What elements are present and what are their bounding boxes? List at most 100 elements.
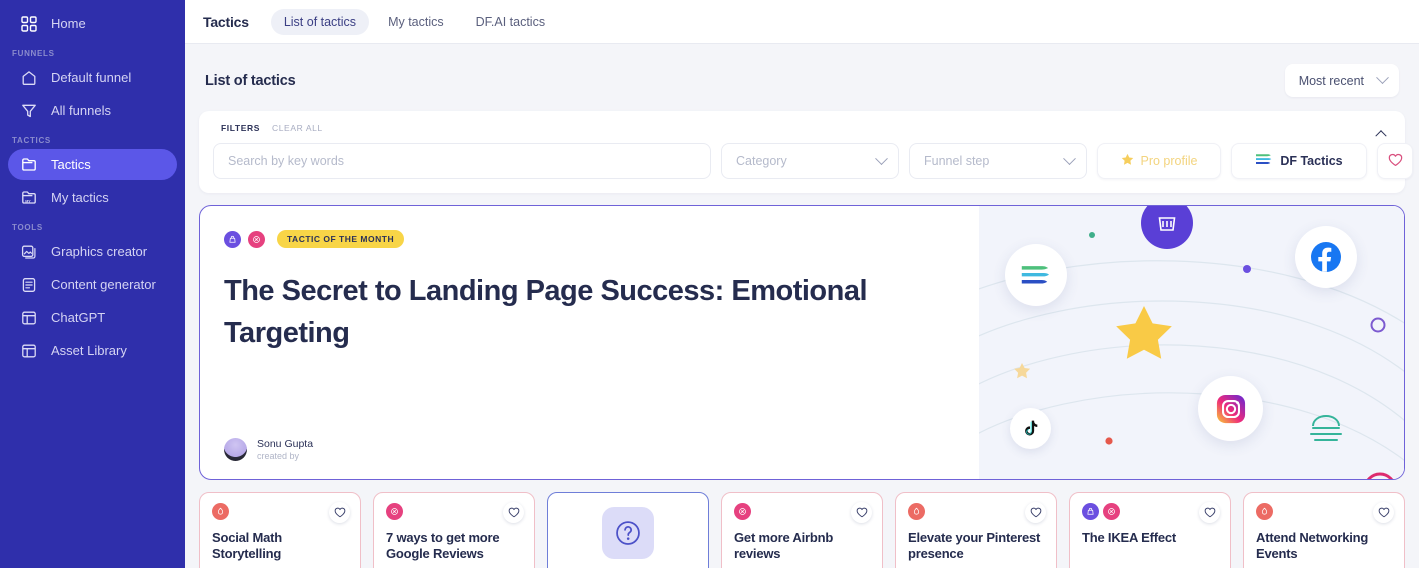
sidebar-item-my-tactics[interactable]: MY My tactics bbox=[8, 182, 177, 213]
search-input[interactable]: Search by key words bbox=[213, 143, 711, 179]
bag-lock-icon bbox=[224, 230, 241, 248]
instagram-icon bbox=[1198, 376, 1263, 441]
tactic-card[interactable]: The IKEA Effect bbox=[1069, 492, 1231, 568]
favourite-button[interactable] bbox=[1199, 502, 1220, 523]
df-logo-icon bbox=[1255, 152, 1273, 170]
app-root: Home FUNNELS Default funnel All funnels … bbox=[0, 0, 1419, 568]
tactic-card-help[interactable] bbox=[547, 492, 709, 568]
tactic-cards-row: Social Math Storytelling 7 ways to get m… bbox=[199, 492, 1405, 568]
featured-title: The Secret to Landing Page Success: Emot… bbox=[224, 275, 868, 350]
tactic-card[interactable]: Attend Networking Events bbox=[1243, 492, 1405, 568]
paperclip-icon bbox=[734, 503, 751, 520]
heart-icon bbox=[1388, 153, 1403, 170]
category-select[interactable]: Category bbox=[721, 143, 899, 179]
tab-my-tactics[interactable]: My tactics bbox=[375, 9, 457, 35]
df-tactics-label: DF Tactics bbox=[1280, 154, 1343, 168]
sidebar-item-label: Tactics bbox=[51, 157, 91, 172]
sidebar-item-home[interactable]: Home bbox=[8, 8, 177, 39]
card-badges bbox=[1256, 503, 1392, 520]
image-icon bbox=[20, 243, 38, 261]
card-title: Elevate your Pinterest presence bbox=[908, 530, 1041, 562]
sidebar-item-chatgpt[interactable]: ChatGPT bbox=[8, 302, 177, 333]
bag-lock-icon bbox=[1082, 503, 1099, 520]
flame-icon bbox=[1256, 503, 1273, 520]
list-title: List of tactics bbox=[205, 72, 296, 89]
topbar: Tactics List of tactics My tactics DF.AI… bbox=[185, 0, 1419, 44]
funnel-step-placeholder: Funnel step bbox=[924, 154, 990, 168]
clear-all-button[interactable]: CLEAR ALL bbox=[272, 123, 323, 133]
svg-text:MY: MY bbox=[25, 199, 31, 203]
card-badges bbox=[386, 503, 522, 520]
chevron-down-icon bbox=[875, 151, 888, 165]
pro-profile-label: Pro profile bbox=[1140, 154, 1198, 168]
tactic-card[interactable]: Elevate your Pinterest presence bbox=[895, 492, 1057, 568]
sidebar-item-label: Home bbox=[51, 16, 86, 31]
favourite-button[interactable] bbox=[851, 502, 872, 523]
card-title: Attend Networking Events bbox=[1256, 530, 1369, 562]
page-header: List of tactics Most recent bbox=[199, 44, 1405, 111]
featured-author: Sonu Gupta created by bbox=[224, 438, 953, 461]
page-title: Tactics bbox=[203, 13, 249, 30]
sidebar-item-content-generator[interactable]: Content generator bbox=[8, 269, 177, 300]
sidebar-item-label: My tactics bbox=[51, 190, 109, 205]
chevron-down-icon bbox=[1063, 151, 1076, 165]
sort-dropdown[interactable]: Most recent bbox=[1284, 64, 1399, 97]
card-title: Social Math Storytelling bbox=[212, 530, 283, 562]
funnel-icon bbox=[20, 102, 38, 120]
tab-df-ai-tactics[interactable]: DF.AI tactics bbox=[463, 9, 558, 35]
sidebar-item-all-funnels[interactable]: All funnels bbox=[8, 95, 177, 126]
favourite-button[interactable] bbox=[329, 502, 350, 523]
sidebar: Home FUNNELS Default funnel All funnels … bbox=[0, 0, 185, 568]
favourites-filter-button[interactable] bbox=[1377, 143, 1413, 179]
pro-profile-button[interactable]: Pro profile bbox=[1097, 143, 1221, 179]
sidebar-section-funnels: FUNNELS bbox=[12, 49, 55, 58]
flame-icon bbox=[212, 503, 229, 520]
sidebar-item-asset-library[interactable]: Asset Library bbox=[8, 335, 177, 366]
funnel-step-select[interactable]: Funnel step bbox=[909, 143, 1087, 179]
card-title: 7 ways to get more Google Reviews bbox=[386, 530, 500, 562]
card-title: Get more Airbnb reviews bbox=[734, 530, 834, 562]
card-badges bbox=[734, 503, 870, 520]
sidebar-item-graphics-creator[interactable]: Graphics creator bbox=[8, 236, 177, 267]
sidebar-item-tactics[interactable]: Tactics bbox=[8, 149, 177, 180]
tactic-card[interactable]: Get more Airbnb reviews bbox=[721, 492, 883, 568]
df-logo-icon bbox=[1005, 244, 1067, 306]
sidebar-item-label: All funnels bbox=[51, 103, 111, 118]
favourite-button[interactable] bbox=[503, 502, 524, 523]
paperclip-icon bbox=[248, 230, 265, 248]
sort-value: Most recent bbox=[1298, 73, 1364, 88]
filters-panel: FILTERS CLEAR ALL Search by key words Ca… bbox=[199, 111, 1413, 193]
tiktok-icon bbox=[1010, 408, 1051, 449]
tactic-card[interactable]: Social Math Storytelling bbox=[199, 492, 361, 568]
facebook-icon bbox=[1295, 226, 1357, 288]
filters-header: FILTERS CLEAR ALL bbox=[213, 121, 1391, 143]
main-area: Tactics List of tactics My tactics DF.AI… bbox=[185, 0, 1419, 568]
filters-collapse-button[interactable] bbox=[1371, 123, 1391, 143]
star-icon bbox=[1121, 153, 1134, 169]
layout-icon bbox=[20, 309, 38, 327]
sidebar-item-default-funnel[interactable]: Default funnel bbox=[8, 62, 177, 93]
featured-badges: TACTIC OF THE MONTH bbox=[224, 230, 953, 248]
favourite-button[interactable] bbox=[1025, 502, 1046, 523]
tab-list-of-tactics[interactable]: List of tactics bbox=[270, 8, 370, 35]
author-caption: created by bbox=[257, 451, 300, 461]
df-tactics-button[interactable]: DF Tactics bbox=[1231, 143, 1367, 179]
avatar bbox=[224, 438, 247, 461]
sidebar-item-label: Asset Library bbox=[51, 343, 127, 358]
paperclip-icon bbox=[386, 503, 403, 520]
tactic-card[interactable]: 7 ways to get more Google Reviews bbox=[373, 492, 535, 568]
sidebar-item-label: Default funnel bbox=[51, 70, 132, 85]
favourite-button[interactable] bbox=[1373, 502, 1394, 523]
grid-icon bbox=[20, 15, 38, 33]
featured-illustration: 2/2 bbox=[979, 206, 1404, 479]
layout-icon bbox=[20, 342, 38, 360]
sidebar-item-label: ChatGPT bbox=[51, 310, 106, 325]
content-scroll: List of tactics Most recent FILTERS CLEA… bbox=[185, 44, 1419, 568]
card-title: The IKEA Effect bbox=[1082, 530, 1177, 545]
folder-icon bbox=[20, 156, 38, 174]
featured-tactic-card[interactable]: TACTIC OF THE MONTH The Secret to Landin… bbox=[199, 205, 1405, 480]
sidebar-item-label: Graphics creator bbox=[51, 244, 148, 259]
paperclip-icon bbox=[1103, 503, 1120, 520]
category-placeholder: Category bbox=[736, 154, 787, 168]
filters-label: FILTERS bbox=[221, 123, 260, 133]
